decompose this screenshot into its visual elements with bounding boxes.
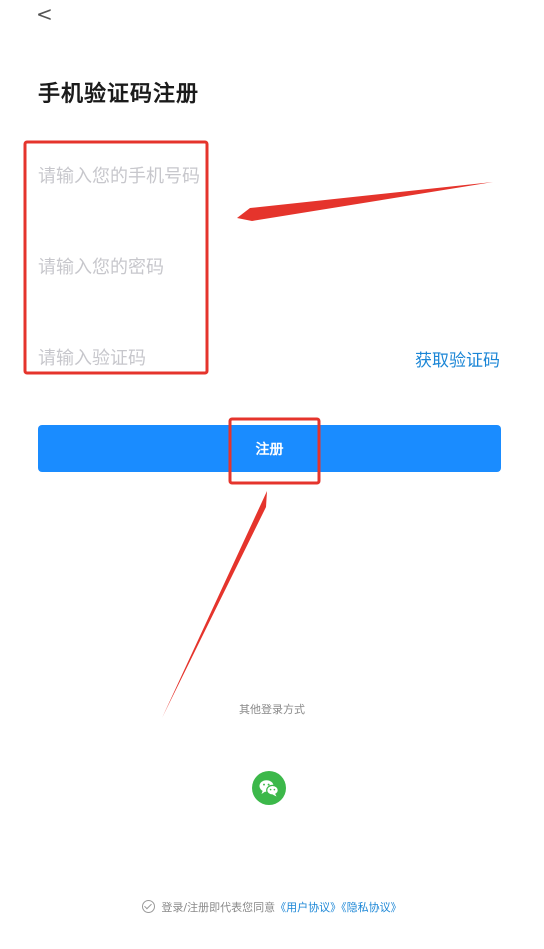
user-agreement-link[interactable]: 《用户协议》 bbox=[275, 901, 341, 914]
chevron-left-icon: < bbox=[36, 2, 53, 26]
password-input[interactable] bbox=[38, 249, 438, 285]
other-login-label: 其他登录方式 bbox=[239, 703, 305, 716]
get-code-button[interactable]: 获取验证码 bbox=[415, 346, 500, 371]
annotation-overlay bbox=[23, 140, 493, 718]
page-title: 手机验证码注册 bbox=[38, 82, 200, 107]
wechat-login-button[interactable] bbox=[252, 771, 286, 805]
agreement-row: 登录/注册即代表您同意《用户协议》《隐私协议》 bbox=[0, 899, 544, 915]
agreement-checkbox-icon[interactable] bbox=[142, 900, 156, 913]
verification-code-input[interactable] bbox=[38, 340, 318, 376]
back-button[interactable]: < bbox=[36, 4, 53, 24]
register-button[interactable]: 注册 bbox=[38, 425, 501, 472]
agreement-prefix: 登录/注册即代表您同意 bbox=[161, 901, 276, 914]
phone-input[interactable] bbox=[38, 158, 438, 194]
privacy-agreement-link[interactable]: 《隐私协议》 bbox=[341, 901, 402, 914]
wechat-icon bbox=[259, 780, 279, 797]
annotation-arrow-to-register bbox=[162, 491, 267, 718]
